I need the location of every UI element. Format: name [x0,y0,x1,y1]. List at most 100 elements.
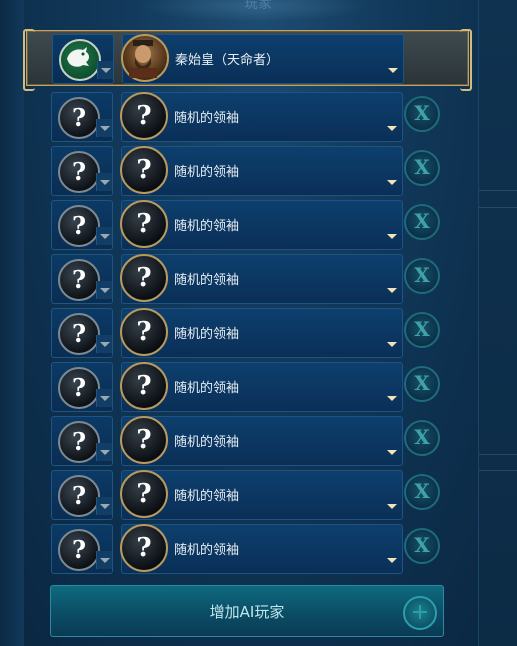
question-mark-icon: ? [58,313,100,355]
leader-name: 秦始皇（天命者） [175,53,280,68]
civ-selector[interactable]: ? [51,362,113,412]
civ-selector[interactable]: ? [51,470,113,520]
civ-selector[interactable]: ? [51,524,113,574]
leader-name: 随机的领袖 [174,489,240,504]
ai-player-row: ? ? 随机的领袖 X [48,92,443,142]
leader-dropdown-toggle[interactable] [384,335,400,353]
leader-selector[interactable]: ? 随机的领袖 [120,524,403,574]
leader-selector[interactable]: ? 随机的领袖 [120,470,403,520]
leader-dropdown-toggle[interactable] [384,443,400,461]
question-mark-icon: ? [120,416,168,464]
leader-name: 随机的领袖 [174,381,240,396]
chevron-down-icon [101,68,111,73]
chevron-down-icon [387,396,397,401]
civ-dropdown-toggle[interactable] [96,227,112,245]
question-mark-icon: ? [120,254,168,302]
chevron-down-icon [100,504,110,509]
question-mark-icon: ? [120,308,168,356]
leader-selector[interactable]: ? 随机的领袖 [120,362,403,412]
question-mark-icon: ? [120,362,168,410]
ai-player-row: ? ? 随机的领袖 X [48,470,443,520]
chevron-down-icon [387,126,397,131]
civ-dropdown-toggle[interactable] [96,281,112,299]
civ-selector[interactable]: ? [51,254,113,304]
chevron-down-icon [387,504,397,509]
chevron-down-icon [388,68,398,73]
civ-dropdown-toggle[interactable] [96,389,112,407]
leader-name: 随机的领袖 [174,435,240,450]
leader-name: 随机的领袖 [174,219,240,234]
leader-selector[interactable]: 秦始皇（天命者） [121,34,404,84]
remove-player-button[interactable]: X [404,150,440,186]
leader-selector[interactable]: ? 随机的领袖 [120,92,403,142]
chevron-down-icon [100,288,110,293]
leader-name: 随机的领袖 [174,111,240,126]
leader-selector[interactable]: ? 随机的领袖 [120,200,403,250]
leader-dropdown-toggle[interactable] [384,389,400,407]
remove-player-button[interactable]: X [404,366,440,402]
civ-selector[interactable] [52,34,114,84]
civ-dropdown-toggle[interactable] [96,335,112,353]
question-mark-icon: ? [120,200,168,248]
civ-dropdown-toggle[interactable] [96,119,112,137]
remove-player-button[interactable]: X [404,420,440,456]
leader-dropdown-toggle[interactable] [385,61,401,79]
add-ai-player-label: 增加AI玩家 [209,603,285,621]
leader-dropdown-toggle[interactable] [384,497,400,515]
question-mark-icon: ? [58,475,100,517]
leader-selector[interactable]: ? 随机的领袖 [120,308,403,358]
add-ai-player-button[interactable]: 增加AI玩家 + [50,585,444,637]
frame-corner-right [460,29,472,91]
leader-dropdown-toggle[interactable] [384,281,400,299]
leader-selector[interactable]: ? 随机的领袖 [120,146,403,196]
leader-name: 随机的领袖 [174,543,240,558]
question-mark-icon: ? [58,205,100,247]
ai-player-row: ? ? 随机的领袖 X [48,308,443,358]
remove-player-button[interactable]: X [404,528,440,564]
remove-player-button[interactable]: X [404,96,440,132]
remove-player-button[interactable]: X [404,474,440,510]
remove-player-button[interactable]: X [404,204,440,240]
human-player-slot: 秦始皇（天命者） [49,34,444,84]
leader-dropdown-toggle[interactable] [384,119,400,137]
civ-selector[interactable]: ? [51,92,113,142]
left-panel-edge [0,0,24,646]
civ-selector[interactable]: ? [51,200,113,250]
leader-portrait-icon [121,34,169,82]
leader-name: 随机的领袖 [174,327,240,342]
remove-player-button[interactable]: X [404,258,440,294]
chevron-down-icon [387,234,397,239]
question-mark-icon: ? [58,97,100,139]
section-title: 玩家 [244,0,273,12]
leader-dropdown-toggle[interactable] [384,227,400,245]
leader-name: 随机的领袖 [174,165,240,180]
leader-dropdown-toggle[interactable] [384,173,400,191]
civ-dropdown-toggle[interactable] [96,443,112,461]
chevron-down-icon [100,396,110,401]
ai-player-row: ? ? 随机的领袖 X [48,200,443,250]
remove-player-button[interactable]: X [404,312,440,348]
chevron-down-icon [387,342,397,347]
civ-dropdown-toggle[interactable] [96,497,112,515]
civ-selector[interactable]: ? [51,416,113,466]
question-mark-icon: ? [58,259,100,301]
question-mark-icon: ? [120,92,168,140]
civ-dropdown-toggle[interactable] [96,173,112,191]
civ-dropdown-toggle[interactable] [97,61,113,79]
question-mark-icon: ? [120,146,168,194]
question-mark-icon: ? [58,367,100,409]
civ-selector[interactable]: ? [51,146,113,196]
civ-dropdown-toggle[interactable] [96,551,112,569]
question-mark-icon: ? [58,151,100,193]
dragon-emblem-icon [59,39,101,81]
leader-selector[interactable]: ? 随机的领袖 [120,254,403,304]
question-mark-icon: ? [58,529,100,571]
chevron-down-icon [100,234,110,239]
chevron-down-icon [387,558,397,563]
ai-player-row: ? ? 随机的领袖 X [48,524,443,574]
leader-dropdown-toggle[interactable] [384,551,400,569]
ai-player-row: ? ? 随机的领袖 X [48,146,443,196]
leader-selector[interactable]: ? 随机的领袖 [120,416,403,466]
plus-icon: + [403,596,437,630]
civ-selector[interactable]: ? [51,308,113,358]
